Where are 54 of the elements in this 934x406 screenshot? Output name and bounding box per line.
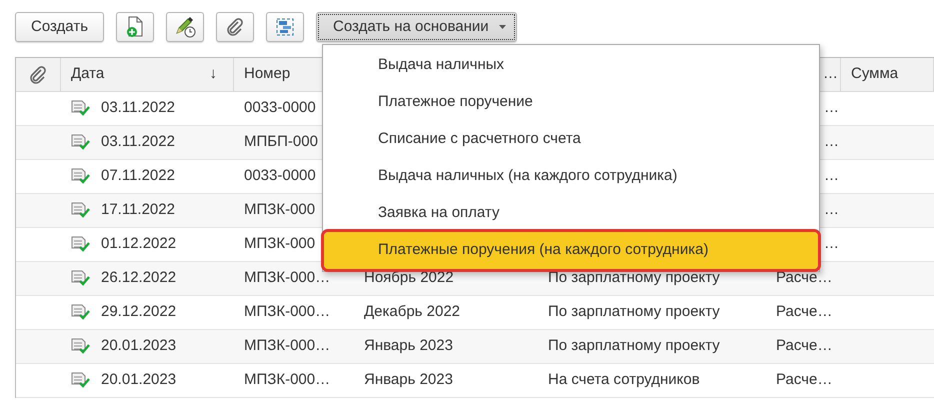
table-cell-text: Расче…: [775, 336, 834, 356]
period-cell-text: Январь 2023: [363, 336, 454, 356]
structure-button[interactable]: [266, 12, 304, 42]
date-text: 01.12.2022: [101, 234, 176, 254]
table-cell-text: …: [823, 200, 840, 220]
column-header[interactable]: Сумма: [841, 58, 934, 91]
table-cell-text: …: [823, 234, 840, 254]
date-text: 07.11.2022: [101, 166, 175, 186]
pencil-clock-button[interactable]: [166, 12, 204, 42]
create-button[interactable]: Создать: [15, 12, 104, 42]
period-cell-text: Декабрь 2022: [363, 302, 462, 322]
column-header[interactable]: Дата ↓: [61, 58, 234, 91]
number-cell-text: МПБП-000: [243, 132, 319, 152]
number-cell-text: МПЗК-000…: [243, 336, 332, 356]
table-cell-text: …: [823, 166, 840, 186]
period-cell-text: Ноябрь 2022: [363, 268, 455, 288]
kind-cell-text: По зарплатному проекту: [547, 302, 721, 322]
table-cell-text: Расче…: [775, 370, 834, 390]
create-based-on-button[interactable]: Создать на основании: [316, 12, 517, 42]
number-cell-text: 0033-0000: [243, 98, 317, 118]
pencil-clock-icon: [174, 16, 196, 38]
number-cell-text: МПЗК-000…: [243, 370, 332, 390]
column-label: Дата: [71, 64, 104, 84]
caret-icon: [498, 25, 506, 29]
menu-item[interactable]: Выдача наличных (на каждого сотрудника): [324, 158, 818, 195]
paperclip-button[interactable]: [216, 12, 254, 42]
date-text: 20.01.2023: [101, 336, 176, 356]
date-text: 20.01.2023: [101, 370, 176, 390]
period-cell-text: Январь 2023: [363, 370, 454, 390]
date-text: 17.11.2022: [101, 200, 175, 220]
table-cell-text: …: [823, 98, 840, 118]
menu-item[interactable]: Заявка на оплату: [324, 195, 818, 232]
table-cell-text: Расче…: [775, 268, 834, 288]
structure-icon: [275, 17, 296, 37]
paperclip-icon: [29, 66, 47, 84]
table-cell-text: …: [823, 132, 840, 152]
date-text: 26.12.2022: [101, 268, 176, 288]
number-cell-text: МПЗК-000…: [243, 302, 332, 322]
new-document-button[interactable]: [116, 12, 154, 42]
date-text: 03.11.2022: [101, 132, 175, 152]
kind-cell-text: По зарплатному проекту: [547, 336, 721, 356]
table-cell-text: Расче…: [775, 302, 834, 322]
menu-item[interactable]: Списание с расчетного счета: [324, 121, 818, 158]
new-document-icon: [125, 16, 146, 38]
number-cell-text: МПЗК-000: [243, 234, 316, 254]
date-text: 29.12.2022: [101, 302, 176, 322]
kind-cell-text: На счета сотрудников: [547, 370, 701, 390]
sort-arrow: ↓: [210, 64, 217, 84]
date-text: 03.11.2022: [101, 98, 175, 118]
menu-item[interactable]: Платежные поручения (на каждого сотрудника): [324, 232, 818, 269]
number-cell-text: 0033-0000: [243, 166, 317, 186]
number-cell-text: МПЗК-000: [243, 200, 316, 220]
number-cell-text: МПЗК-000…: [243, 268, 332, 288]
paperclip-icon: [226, 18, 244, 36]
